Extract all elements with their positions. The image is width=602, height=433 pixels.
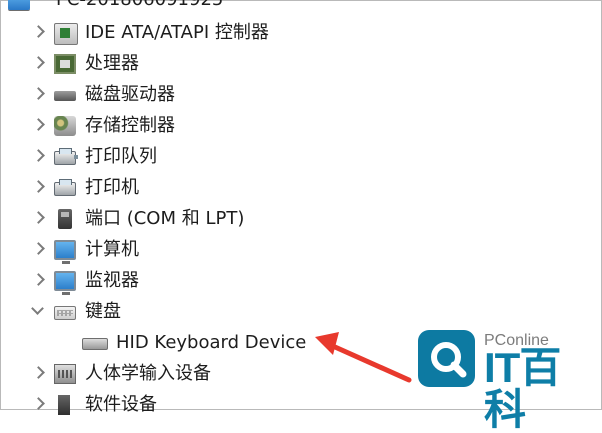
arrow-head [315,332,339,355]
monitor-icon [54,271,76,295]
software-device-icon [58,395,70,415]
tree-item-label: IDE ATA/ATAPI 控制器 [85,22,269,43]
tree-item-label: 端口 (COM 和 LPT) [85,208,245,229]
red-arrow-annotation [315,332,412,383]
chevron-right-icon[interactable] [32,88,46,102]
tree-item-label: 磁盘驱动器 [85,84,175,105]
arrow-shaft [332,344,412,383]
chevron-right-icon[interactable] [32,212,46,226]
storage-controller-icon [54,116,76,136]
chevron-right-icon[interactable] [32,119,46,133]
computer-icon [54,240,76,264]
human-interface-device-icon [54,364,76,384]
chevron-down-icon[interactable] [32,305,46,319]
keyboard-icon [54,306,76,320]
tree-item-label: 键盘 [85,301,121,322]
tree-item-label: 软件设备 [85,394,157,415]
tree-item-label: 计算机 [85,239,139,260]
tree-item-label: 人体学输入设备 [85,363,211,384]
watermark-main-text: IT百科 [484,344,561,433]
printer-icon [54,179,76,196]
tree-item-label: HID Keyboard Device [116,332,307,353]
keyboard-device-icon [82,338,108,350]
tree-item-label: 处理器 [85,53,139,74]
chevron-right-icon[interactable] [32,274,46,288]
chevron-right-icon[interactable] [32,26,46,40]
computer-icon [8,0,30,10]
cpu-icon [54,54,76,74]
chevron-right-icon[interactable] [32,150,46,164]
chevron-right-icon[interactable] [32,57,46,71]
tree-item-label: 打印机 [85,177,139,198]
chevron-right-icon[interactable] [32,367,46,381]
pconline-logo-icon [418,330,475,387]
tree-item-label: 监视器 [85,270,139,291]
chevron-right-icon[interactable] [32,181,46,195]
computer-node[interactable]: PC-201806091925 [0,0,602,14]
chevron-right-icon[interactable] [32,243,46,257]
computer-name: PC-201806091925 [56,0,223,11]
tree-item-label: 打印队列 [85,146,157,167]
ide-controller-icon [54,23,78,45]
pconline-watermark: PConline IT百科 [417,329,587,431]
print-queue-icon [54,148,78,165]
tree-item-label: 存储控制器 [85,115,175,136]
port-icon [58,209,72,229]
disk-drive-icon [54,91,76,101]
